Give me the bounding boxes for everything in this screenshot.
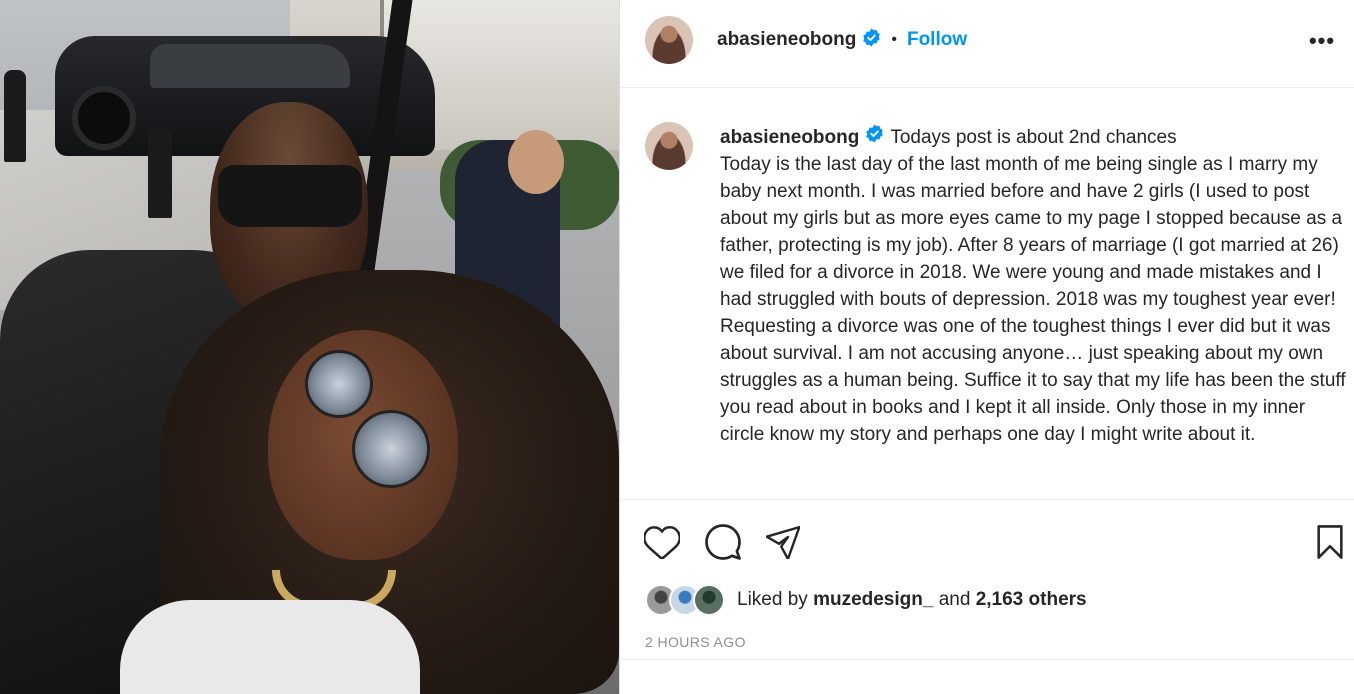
instagram-post-view: abasieneobong • Follow ••• abasieneobong… [0,0,1354,694]
post-side-panel: abasieneobong • Follow ••• abasieneobong… [619,0,1354,694]
verified-badge-icon [865,124,884,151]
post-timestamp[interactable]: 2 HOURS AGO [645,634,746,650]
photo-bollard [4,70,26,162]
photo-white-top [120,600,420,694]
more-options-icon: ••• [1308,28,1336,53]
username-link[interactable]: abasieneobong [717,29,856,51]
photo-man-sunglasses [218,165,362,227]
likes-text: Liked by muzedesign_ and 2,163 others [737,589,1087,611]
comment-icon [705,524,741,560]
post-actions [620,520,1354,564]
caption-username-link[interactable]: abasieneobong [720,127,859,148]
caption-body: Todays post is about 2nd chances Today i… [720,127,1346,446]
photo-car-wheel [72,86,136,150]
divider [620,659,1354,660]
photo-woman-sunglasses-lens [305,350,373,418]
liker-avatar[interactable] [693,584,725,616]
likes-and: and [938,589,971,610]
share-button[interactable] [763,520,803,564]
verified-badge-icon [862,28,881,52]
follow-button[interactable]: Follow [907,29,967,51]
post-header: abasieneobong • Follow ••• [620,0,1354,88]
photo-bollard [148,128,172,218]
comment-button[interactable] [703,520,743,564]
post-photo[interactable] [0,0,619,694]
photo-car-window [150,44,350,88]
avatar[interactable] [645,16,693,64]
paper-plane-icon [766,525,800,559]
more-options-button[interactable]: ••• [1305,24,1339,58]
avatar[interactable] [645,122,693,170]
caption-comment: abasieneobong Todays post is about 2nd ch… [620,88,1354,500]
header-user: abasieneobong • Follow [717,28,967,52]
photo-pedestrian-head [508,130,564,194]
liker-username-link[interactable]: muzedesign_ [813,589,933,610]
separator-dot: • [891,31,897,48]
likes-prefix: Liked by [737,589,808,610]
save-button[interactable] [1310,520,1350,564]
photo-woman-sunglasses-lens [352,410,430,488]
caption-text: abasieneobong Todays post is about 2nd ch… [720,124,1350,448]
like-button[interactable] [642,520,682,564]
bookmark-icon [1317,525,1343,559]
likes-others-link[interactable]: 2,163 others [976,589,1087,610]
likes-row: Liked by muzedesign_ and 2,163 others [645,584,1087,616]
heart-icon [644,526,680,559]
